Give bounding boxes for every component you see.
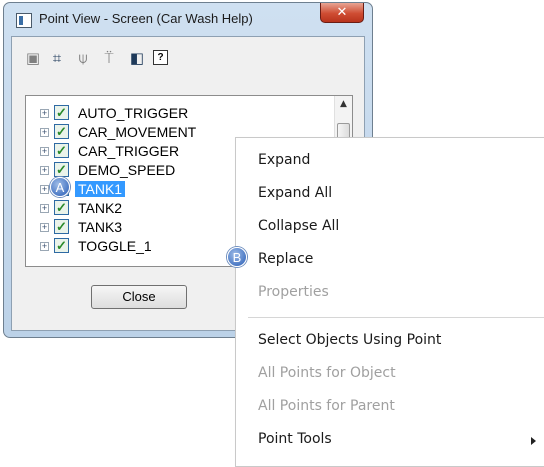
menu-item-replace[interactable]: Replace xyxy=(258,243,313,275)
menu-item-expand-all[interactable]: Expand All xyxy=(258,177,332,209)
expand-icon[interactable]: + xyxy=(40,204,49,213)
tree-item-label: CAR_TRIGGER xyxy=(78,143,180,159)
expand-icon[interactable]: + xyxy=(40,242,49,251)
checkbox-checked-icon[interactable]: ✓ xyxy=(54,143,69,158)
scroll-up-arrow-icon[interactable]: ▲ xyxy=(335,96,352,113)
app-icon xyxy=(16,13,32,28)
expand-icon[interactable]: + xyxy=(40,223,49,232)
menu-item-all-points-for-object: All Points for Object xyxy=(258,365,396,381)
checkbox-checked-icon[interactable]: ✓ xyxy=(54,105,69,120)
expand-icon[interactable]: + xyxy=(40,128,49,137)
expand-icon[interactable]: + xyxy=(40,109,49,118)
menu-item-properties: Properties xyxy=(258,284,329,300)
tree-item-label: DEMO_SPEED xyxy=(78,162,176,178)
submenu-arrow-icon xyxy=(531,437,536,445)
callout-b-badge: B xyxy=(227,247,247,267)
expand-icon[interactable]: + xyxy=(40,166,49,175)
filter-icon[interactable]: ⍦ xyxy=(74,49,92,67)
window-title: Point View - Screen (Car Wash Help) xyxy=(39,11,253,26)
menu-item-all-points-for-parent: All Points for Parent xyxy=(258,398,395,414)
tree-item-label: TANK1 xyxy=(75,181,126,197)
tree-item-label: AUTO_TRIGGER xyxy=(78,105,189,121)
filter-clear-icon[interactable]: ⍡ xyxy=(100,49,118,67)
properties-icon[interactable]: ▣ xyxy=(24,49,42,67)
context-menu: Expand Expand All Collapse All Replace P… xyxy=(235,137,544,467)
checkbox-checked-icon[interactable]: ✓ xyxy=(54,200,69,215)
title-bar[interactable]: Point View - Screen (Car Wash Help) ✕ xyxy=(4,3,372,35)
copy-icon[interactable]: ◧ xyxy=(128,49,146,67)
checkbox-checked-icon[interactable]: ✓ xyxy=(54,238,69,253)
menu-item-collapse-all[interactable]: Collapse All xyxy=(258,210,339,242)
checkbox-checked-icon[interactable]: ✓ xyxy=(54,219,69,234)
expand-icon[interactable]: + xyxy=(40,185,49,194)
close-button[interactable]: Close xyxy=(91,285,187,309)
menu-item-expand[interactable]: Expand xyxy=(258,144,310,176)
tree-item-label: TANK2 xyxy=(78,200,123,216)
tree-item-label: CAR_MOVEMENT xyxy=(78,124,197,140)
callout-a-badge: A xyxy=(50,177,70,197)
help-icon[interactable]: ? xyxy=(153,50,168,65)
expand-icon[interactable]: + xyxy=(40,147,49,156)
tree-item[interactable]: + ✓ AUTO_TRIGGER xyxy=(26,104,326,122)
checkbox-checked-icon[interactable]: ✓ xyxy=(54,124,69,139)
menu-separator xyxy=(248,317,544,318)
menu-item-select-objects-using-point[interactable]: Select Objects Using Point xyxy=(258,324,441,356)
tree-view-icon[interactable]: ⌗ xyxy=(48,49,66,67)
menu-item-point-tools[interactable]: Point Tools xyxy=(258,423,332,455)
tree-item-label: TOGGLE_1 xyxy=(78,238,152,254)
tree-item-label: TANK3 xyxy=(78,219,123,235)
window-close-button[interactable]: ✕ xyxy=(320,3,364,23)
checkbox-checked-icon[interactable]: ✓ xyxy=(54,162,69,177)
